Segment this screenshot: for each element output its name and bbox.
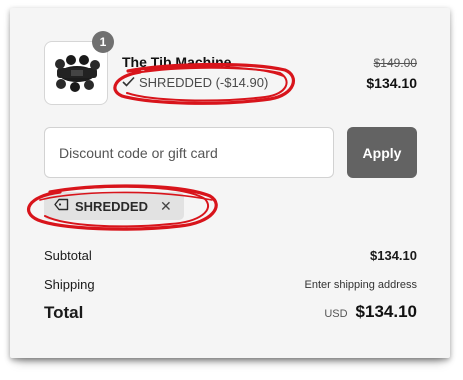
total-value: $134.10 (355, 302, 417, 321)
check-icon (122, 75, 135, 90)
product-name: The Tib Machine (122, 54, 232, 70)
quantity-badge: 1 (92, 31, 114, 53)
close-icon[interactable]: ✕ (160, 198, 172, 215)
shipping-value: Enter shipping address (304, 279, 417, 291)
apply-button[interactable]: Apply (347, 127, 417, 178)
subtotal-value: $134.10 (370, 248, 417, 263)
total-label: Total (44, 303, 84, 322)
currency-code: USD (324, 308, 348, 320)
discount-code-input[interactable]: Discount code or gift card (44, 127, 334, 178)
discount-code-placeholder: Discount code or gift card (59, 144, 218, 161)
subtotal-label: Subtotal (44, 248, 92, 263)
applied-discount-code: SHREDDED (75, 198, 148, 214)
line-item-discount: SHREDDED (-$14.90) (122, 75, 268, 90)
product-image (55, 55, 100, 92)
applied-discount-chip: SHREDDED ✕ (44, 192, 184, 220)
tag-icon (54, 198, 69, 214)
compare-at-price: $149.00 (373, 56, 417, 70)
line-item-discount-text: SHREDDED (-$14.90) (139, 75, 269, 90)
shipping-label: Shipping (44, 277, 95, 292)
line-item-price: $134.10 (366, 75, 417, 91)
total-value-group: USD $134.10 (324, 302, 417, 322)
